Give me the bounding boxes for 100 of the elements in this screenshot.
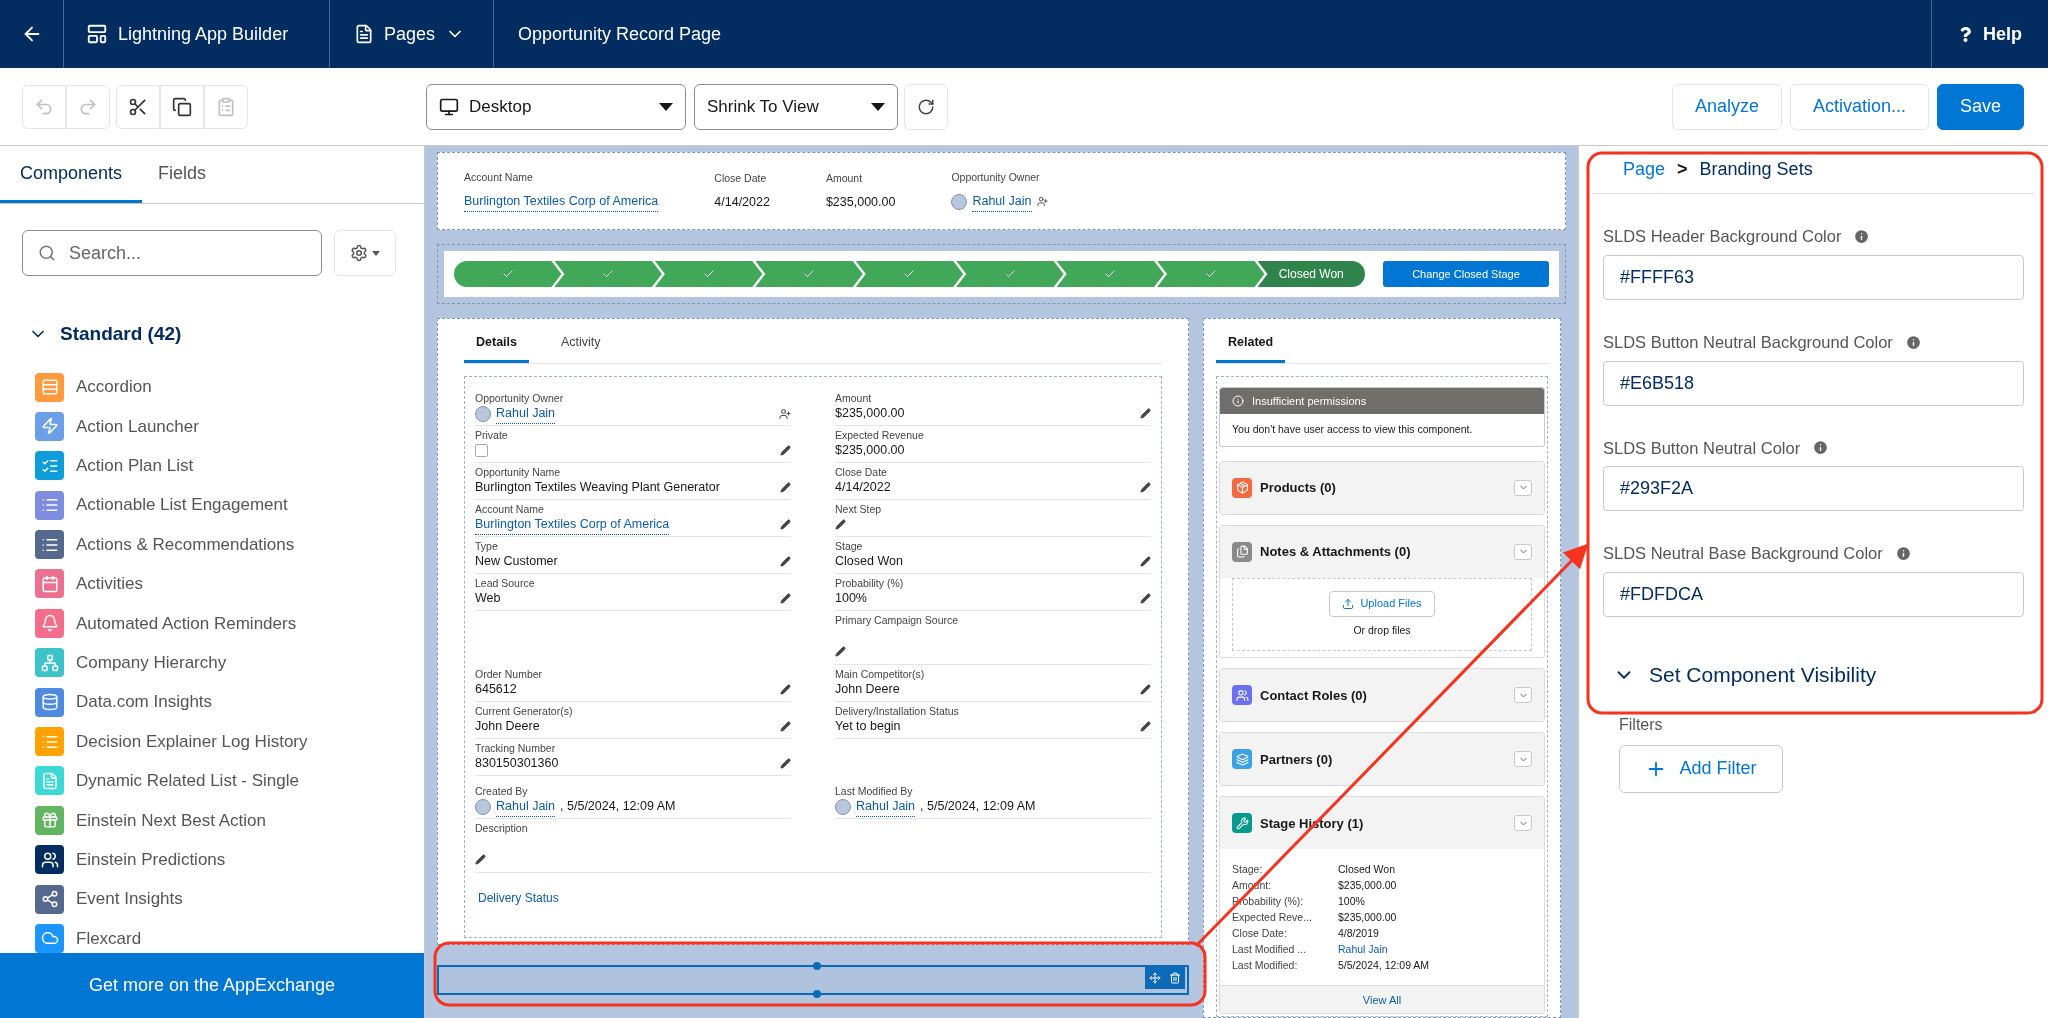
component-item[interactable]: Activities: [35, 569, 389, 599]
component-item[interactable]: Action Launcher: [35, 411, 389, 441]
pages-menu[interactable]: Pages: [330, 0, 494, 68]
path-step[interactable]: Closed Won: [1257, 261, 1365, 287]
field-label: SLDS Header Background Color: [1603, 226, 1842, 247]
component-item[interactable]: Einstein Next Best Action: [35, 805, 389, 835]
record-value: $235,000.00: [1338, 878, 1398, 894]
field-link[interactable]: Burlington Textiles Corp of America: [475, 514, 670, 535]
change-stage-button[interactable]: Change Closed Stage: [1383, 261, 1549, 287]
pencil-icon[interactable]: [780, 519, 791, 531]
user-link[interactable]: Rahul Jain: [496, 403, 556, 424]
component-item[interactable]: Company Hierarchy: [35, 648, 389, 678]
pencil-icon[interactable]: [1140, 593, 1151, 605]
resize-handle[interactable]: [813, 989, 821, 998]
breadcrumb-link[interactable]: Page: [1623, 156, 1666, 183]
path-step[interactable]: [654, 261, 763, 287]
field-label: Current Generator(s): [475, 703, 574, 718]
path-step[interactable]: [755, 261, 863, 287]
pencil-icon[interactable]: [1140, 556, 1151, 568]
user-link[interactable]: Rahul Jain: [972, 192, 1032, 212]
component-item[interactable]: Action Plan List: [35, 451, 389, 481]
pencil-icon[interactable]: [1140, 482, 1151, 494]
path-step[interactable]: [554, 261, 662, 287]
action-button[interactable]: Activation...: [1789, 83, 1929, 130]
color-field[interactable]: #FDFDCA: [1603, 572, 2024, 617]
card-title[interactable]: Notes & Attachments (0): [1260, 541, 1411, 562]
settings-button[interactable]: [334, 230, 396, 276]
info-icon[interactable]: [1853, 227, 1871, 245]
upload-button[interactable]: Upload Files: [1329, 590, 1435, 617]
component-item[interactable]: Flexcard: [35, 923, 389, 953]
user-link[interactable]: Rahul Jain: [856, 796, 916, 817]
card-title[interactable]: Products (0): [1260, 477, 1336, 498]
path-step[interactable]: [1157, 261, 1265, 287]
pencil-icon[interactable]: [780, 758, 791, 770]
record-link[interactable]: Rahul Jain: [1338, 941, 1532, 958]
change-owner-icon[interactable]: [779, 407, 791, 420]
path-step[interactable]: [454, 261, 562, 287]
pencil-icon[interactable]: [780, 482, 791, 494]
pencil-icon[interactable]: [780, 593, 791, 605]
pencil-icon[interactable]: [780, 445, 791, 457]
tab[interactable]: Related: [1216, 323, 1286, 363]
info-icon[interactable]: [1904, 333, 1922, 351]
add-filter-button[interactable]: Add Filter: [1619, 744, 1783, 793]
component-item[interactable]: Actions & Recommendations: [35, 530, 389, 560]
component-item[interactable]: Actionable List Engagement: [35, 490, 389, 520]
component-item[interactable]: Einstein Predictions: [35, 845, 389, 875]
appexchange-button[interactable]: Get more on the AppExchange: [0, 953, 424, 1018]
path-step[interactable]: [1056, 261, 1165, 287]
component-item[interactable]: Accordion: [35, 372, 389, 402]
info-icon[interactable]: [1894, 545, 1912, 563]
pencil-icon[interactable]: [1140, 408, 1151, 420]
view-all-link[interactable]: View All: [1362, 991, 1402, 1008]
user-link[interactable]: Rahul Jain: [496, 796, 556, 817]
card-title[interactable]: Partners (0): [1260, 749, 1333, 769]
info-icon[interactable]: [1812, 439, 1830, 457]
card-title[interactable]: Contact Roles (0): [1260, 685, 1367, 705]
empty-component-slot[interactable]: [437, 964, 1189, 995]
copy-button[interactable]: [160, 84, 204, 129]
visibility-section-header[interactable]: Set Component Visibility: [1579, 659, 2048, 691]
help-button[interactable]: Help: [1931, 0, 2048, 68]
refresh-button[interactable]: [904, 83, 948, 130]
scissors-button[interactable]: [116, 84, 160, 129]
component-item[interactable]: Event Insights: [35, 884, 389, 914]
field-label: Created By: [475, 783, 529, 798]
component-item[interactable]: Decision Explainer Log History: [35, 727, 389, 756]
action-button[interactable]: Analyze: [1671, 83, 1782, 130]
section-header[interactable]: Standard (42): [0, 320, 424, 349]
pencil-icon[interactable]: [1140, 721, 1151, 733]
field-link[interactable]: Burlington Textiles Corp of America: [464, 192, 659, 212]
pencil-icon[interactable]: [780, 721, 791, 733]
pencil-icon[interactable]: [780, 556, 791, 568]
tab[interactable]: Components: [0, 146, 142, 203]
change-owner-icon[interactable]: [1036, 196, 1048, 208]
pencil-icon[interactable]: [780, 684, 791, 696]
component-item[interactable]: Automated Action Reminders: [35, 608, 389, 638]
device-dropdown[interactable]: Desktop: [426, 83, 686, 130]
component-item[interactable]: Dynamic Related List - Single: [35, 766, 389, 796]
tab[interactable]: Fields: [142, 146, 222, 203]
pencil-icon[interactable]: [835, 519, 846, 531]
timestamp-text: , 5/5/2024, 12:09 AM: [920, 798, 1036, 816]
field-label: Last Modified By: [835, 783, 914, 798]
record-value: Closed Won: [1338, 862, 1396, 878]
color-field[interactable]: #293F2A: [1603, 466, 2024, 512]
search-field[interactable]: Search...: [22, 230, 322, 276]
pencil-icon[interactable]: [475, 854, 486, 866]
delivery-status-link[interactable]: Delivery Status: [478, 888, 1151, 907]
component-item[interactable]: Data.com Insights: [35, 687, 389, 717]
save-button[interactable]: Save: [1936, 83, 2024, 130]
pencil-icon[interactable]: [1140, 684, 1151, 696]
pencil-icon[interactable]: [835, 646, 846, 658]
path-step[interactable]: [855, 261, 964, 287]
checkbox[interactable]: [475, 444, 488, 458]
color-field[interactable]: #E6B518: [1603, 360, 2024, 406]
field-label: Close Date: [835, 464, 888, 479]
tab[interactable]: Activity: [549, 323, 613, 363]
color-field[interactable]: #FFFF63: [1603, 254, 2024, 300]
path-step[interactable]: [956, 261, 1064, 287]
resize-handle[interactable]: [813, 961, 821, 970]
zoom-dropdown[interactable]: Shrink To View: [694, 83, 898, 130]
tab[interactable]: Details: [464, 323, 529, 363]
